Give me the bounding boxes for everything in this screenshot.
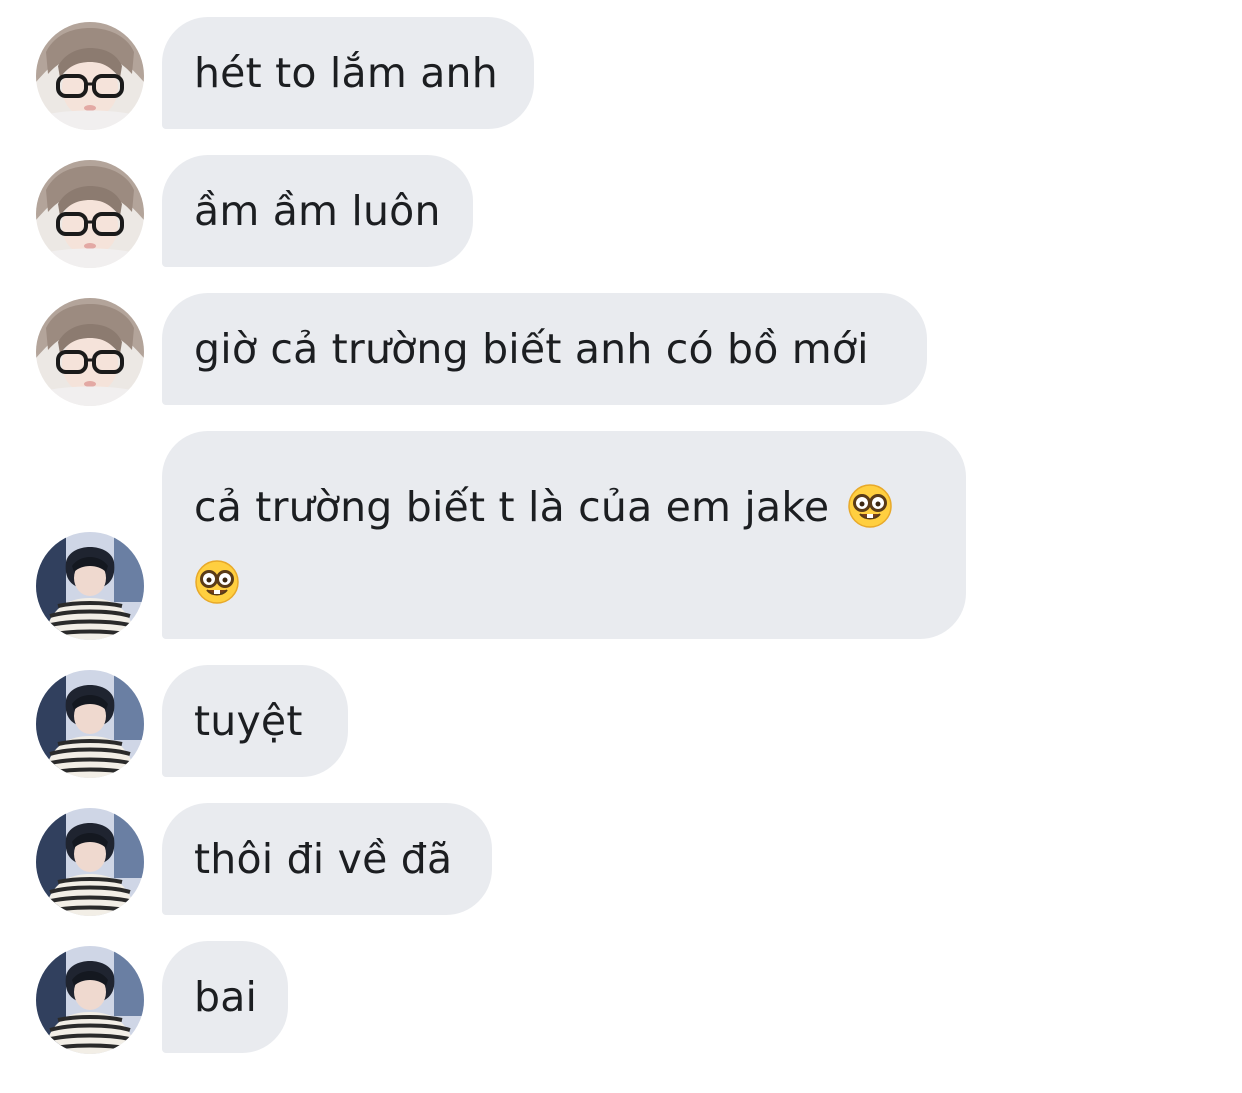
message-text: thôi đi về đã xyxy=(194,835,453,883)
avatar-girl[interactable] xyxy=(36,22,144,130)
message-thread: hét to lắm anh ầm ầm luôn giờ cả trường … xyxy=(0,0,1242,1093)
avatar-boy[interactable] xyxy=(36,946,144,1054)
avatar-boy[interactable] xyxy=(36,532,144,640)
message-text: cả trường biết t là của em jake xyxy=(194,483,830,531)
message-bubble[interactable]: cả trường biết t là của em jake xyxy=(162,431,966,639)
avatar-boy[interactable] xyxy=(36,808,144,916)
nerd-face-emoji-icon xyxy=(194,559,240,605)
message-text: hét to lắm anh xyxy=(194,49,498,97)
message-bubble[interactable]: thôi đi về đã xyxy=(162,803,492,915)
message-text: tuyệt xyxy=(194,697,303,745)
avatar-boy[interactable] xyxy=(36,670,144,778)
message-bubble[interactable]: ầm ầm luôn xyxy=(162,155,473,267)
message-text: giờ cả trường biết anh có bồ mới xyxy=(194,325,869,373)
message-text: ầm ầm luôn xyxy=(194,187,441,235)
message-text: bai xyxy=(194,973,258,1021)
nerd-face-emoji-icon xyxy=(847,483,893,529)
message-bubble[interactable]: giờ cả trường biết anh có bồ mới xyxy=(162,293,927,405)
message-bubble[interactable]: hét to lắm anh xyxy=(162,17,534,129)
avatar-girl[interactable] xyxy=(36,160,144,268)
avatar-girl[interactable] xyxy=(36,298,144,406)
message-bubble[interactable]: bai xyxy=(162,941,288,1053)
message-bubble[interactable]: tuyệt xyxy=(162,665,348,777)
